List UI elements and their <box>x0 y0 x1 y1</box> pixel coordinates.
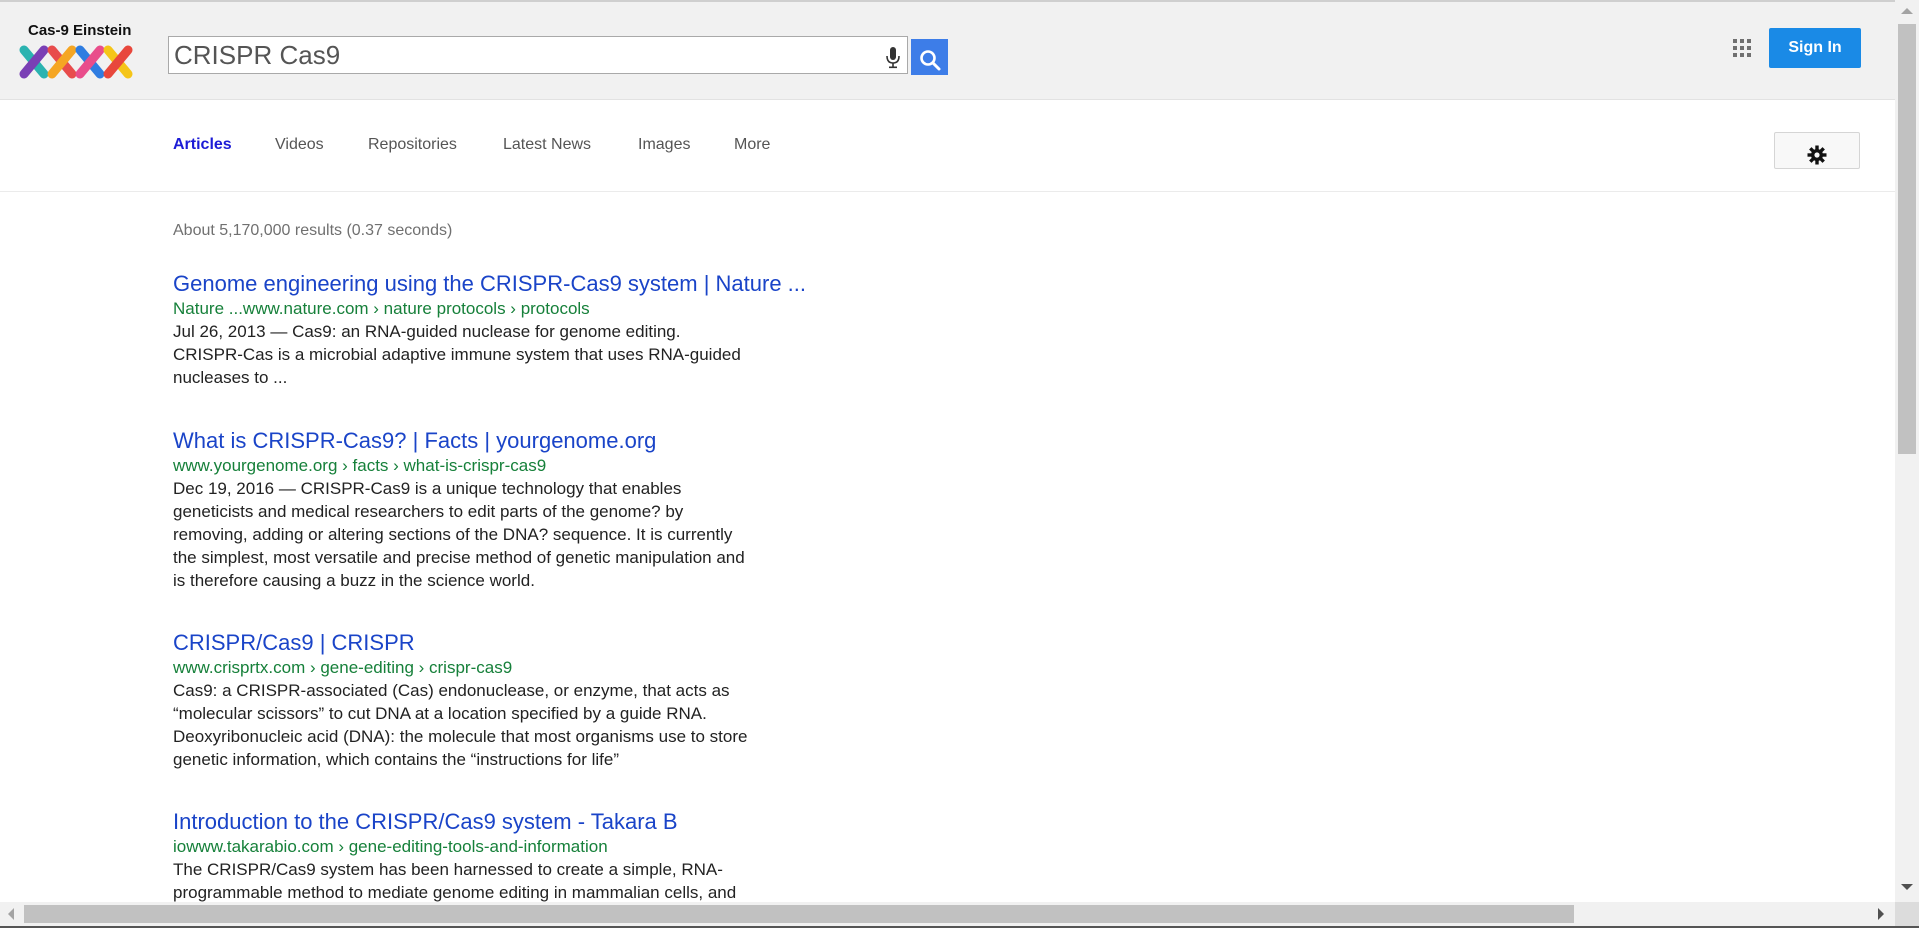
snippet-line: Jul 26, 2013 — Cas9: an RNA-guided nucle… <box>173 322 681 341</box>
snippet-line: the simplest, most versatile and precise… <box>173 548 745 567</box>
result-snippet: Dec 19, 2016 — CRISPR-Cas9 is a unique t… <box>173 477 853 592</box>
scroll-down-arrow-icon[interactable] <box>1901 884 1913 890</box>
horizontal-scrollbar-thumb[interactable] <box>24 905 1574 923</box>
result-url[interactable]: Nature ...www.nature.com › nature protoc… <box>173 297 853 320</box>
sign-in-button[interactable]: Sign In <box>1769 28 1861 68</box>
snippet-line: removing, adding or altering sections of… <box>173 525 733 544</box>
snippet-line: Dec 19, 2016 — CRISPR-Cas9 is a unique t… <box>173 479 682 498</box>
snippet-line: genetic information, which contains the … <box>173 750 619 769</box>
header-bar: Cas-9 Einstein CRISPR Cas9 Sign In <box>0 2 1895 100</box>
search-button[interactable] <box>911 39 948 75</box>
result-snippet: Cas9: a CRISPR-associated (Cas) endonucl… <box>173 679 853 771</box>
grid-apps-icon[interactable] <box>1733 39 1751 57</box>
result-url[interactable]: www.yourgenome.org › facts › what-is-cri… <box>173 454 853 477</box>
scroll-up-arrow-icon[interactable] <box>1901 8 1913 14</box>
site-logo[interactable]: Cas-9 Einstein <box>18 22 138 82</box>
search-input[interactable] <box>174 40 854 70</box>
search-result: Introduction to the CRISPR/Cas9 system -… <box>173 809 853 904</box>
search-result: Genome engineering using the CRISPR-Cas9… <box>173 271 853 389</box>
tab-videos[interactable]: Videos <box>275 136 324 154</box>
result-url[interactable]: iowww.takarabio.com › gene-editing-tools… <box>173 835 853 858</box>
scrollbar-corner <box>1895 902 1919 926</box>
result-url[interactable]: www.crisprtx.com › gene-editing › crispr… <box>173 656 853 679</box>
snippet-line: Cas9: a CRISPR-associated (Cas) endonucl… <box>173 681 730 700</box>
microphone-icon[interactable] <box>885 45 901 69</box>
gear-icon <box>1807 145 1827 164</box>
result-title-link[interactable]: CRISPR/Cas9 | CRISPR <box>173 630 853 656</box>
snippet-line: nucleases to ... <box>173 368 288 387</box>
result-stats: About 5,170,000 results (0.37 seconds) <box>173 222 453 239</box>
result-title-link[interactable]: What is CRISPR-Cas9? | Facts | yourgenom… <box>173 428 853 454</box>
result-title-link[interactable]: Introduction to the CRISPR/Cas9 system -… <box>173 809 853 835</box>
search-icon <box>919 49 940 70</box>
snippet-line: CRISPR-Cas is a microbial adaptive immun… <box>173 345 741 364</box>
settings-button[interactable] <box>1774 132 1860 169</box>
snippet-line: is therefore causing a buzz in the scien… <box>173 571 535 590</box>
snippet-line: Deoxyribonucleic acid (DNA): the molecul… <box>173 727 748 746</box>
snippet-line: geneticists and medical researchers to e… <box>173 502 684 521</box>
result-snippet: Jul 26, 2013 — Cas9: an RNA-guided nucle… <box>173 320 853 389</box>
result-title-link[interactable]: Genome engineering using the CRISPR-Cas9… <box>173 271 853 297</box>
scroll-right-arrow-icon[interactable] <box>1878 908 1884 920</box>
dna-helix-logo-icon <box>19 45 133 79</box>
search-result: What is CRISPR-Cas9? | Facts | yourgenom… <box>173 428 853 592</box>
logo-text: Cas-9 Einstein <box>28 22 132 39</box>
search-result: CRISPR/Cas9 | CRISPR www.crisprtx.com › … <box>173 630 853 771</box>
search-box <box>168 36 908 74</box>
snippet-line: “molecular scissors” to cut DNA at a loc… <box>173 704 707 723</box>
snippet-line: The CRISPR/Cas9 system has been harnesse… <box>173 860 723 879</box>
tab-articles[interactable]: Articles <box>173 136 232 154</box>
snippet-line: programmable method to mediate genome ed… <box>173 883 737 902</box>
tab-images[interactable]: Images <box>638 136 690 154</box>
search-tabs: Articles Videos Repositories Latest News… <box>0 100 1895 192</box>
tab-more[interactable]: More <box>734 136 770 154</box>
result-snippet: The CRISPR/Cas9 system has been harnesse… <box>173 858 853 904</box>
scroll-left-arrow-icon[interactable] <box>8 908 14 920</box>
tab-repositories[interactable]: Repositories <box>368 136 457 154</box>
tab-latest-news[interactable]: Latest News <box>503 136 591 154</box>
vertical-scrollbar-thumb[interactable] <box>1898 24 1916 454</box>
